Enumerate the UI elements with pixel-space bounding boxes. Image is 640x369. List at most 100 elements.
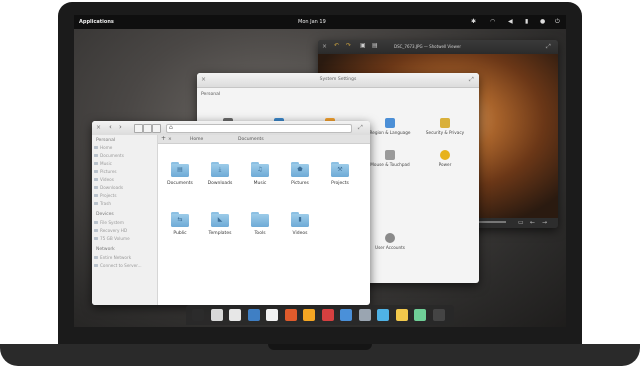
sidebar-heading-personal: Personal bbox=[96, 138, 116, 143]
mail-icon[interactable] bbox=[284, 309, 297, 321]
projects-glyph: ⚒ bbox=[337, 166, 343, 173]
sidebar-item-projects[interactable]: Projects bbox=[94, 193, 117, 198]
files-window: × ‹ › ⌂ ⤢ Personal Home Documents Music … bbox=[92, 121, 370, 305]
public-glyph: ⇆ bbox=[177, 216, 183, 223]
photo-titlebar[interactable]: × ↶ ↷ ▣ ▤ DSC_7673.JPG — Shotwell Viewer… bbox=[318, 40, 558, 55]
video-icon[interactable] bbox=[321, 309, 334, 321]
lock-icon bbox=[440, 118, 450, 128]
users-icon bbox=[385, 233, 395, 243]
volume-icon[interactable]: ◀ bbox=[508, 18, 513, 25]
notifications-icon[interactable]: ● bbox=[540, 18, 545, 25]
settings-item-label: Mouse & Touchpad bbox=[370, 162, 410, 167]
sidebar-item-volume[interactable]: 75 GB Volume bbox=[94, 236, 130, 241]
settings-icon[interactable] bbox=[358, 309, 371, 321]
column-view-icon[interactable] bbox=[152, 124, 161, 133]
camera-icon[interactable] bbox=[210, 309, 223, 321]
location-bar[interactable]: ⌂ bbox=[166, 124, 352, 133]
close-icon[interactable]: × bbox=[96, 125, 101, 131]
forward-icon[interactable]: › bbox=[119, 124, 122, 131]
zoom-slider[interactable] bbox=[476, 221, 506, 223]
new-tab-icon[interactable]: + bbox=[161, 135, 166, 142]
bluetooth-icon[interactable]: ✱ bbox=[471, 18, 476, 25]
sidebar-item-connect-server[interactable]: Connect to Server... bbox=[94, 263, 142, 268]
settings-section-personal: Personal bbox=[201, 92, 221, 97]
terminal-icon[interactable] bbox=[192, 309, 204, 321]
tab-bar: + × Home Documents bbox=[158, 135, 370, 144]
power-icon bbox=[440, 150, 450, 160]
fullscreen-icon[interactable]: ▭ bbox=[518, 219, 524, 226]
pictures-glyph: ⬟ bbox=[297, 166, 303, 173]
sidebar-item-documents[interactable]: Documents bbox=[94, 153, 124, 158]
adjust-icon[interactable]: ▤ bbox=[372, 43, 378, 49]
folder-videos[interactable]: ▮ bbox=[291, 212, 309, 227]
settings-item-label: User Accounts bbox=[375, 245, 405, 250]
downloads-glyph: ⤓ bbox=[218, 166, 222, 173]
sidebar-item-home[interactable]: Home bbox=[93, 145, 112, 150]
sidebar-item-videos[interactable]: Videos bbox=[94, 177, 114, 182]
rotate-right-icon[interactable]: ↷ bbox=[346, 43, 351, 49]
calendar-icon[interactable] bbox=[266, 309, 278, 321]
folder-templates[interactable]: ◣ bbox=[211, 212, 229, 227]
messages-icon[interactable] bbox=[414, 309, 426, 321]
music-icon[interactable] bbox=[303, 309, 315, 321]
maximize-icon[interactable]: ⤢ bbox=[546, 44, 551, 50]
notes-icon[interactable] bbox=[395, 309, 408, 321]
folder-label: Music bbox=[253, 181, 267, 186]
sidebar-item-music[interactable]: Music bbox=[94, 161, 112, 166]
next-icon[interactable]: → bbox=[542, 219, 547, 226]
documents-glyph: ▤ bbox=[177, 166, 183, 173]
settings-item-label: Security & Privacy bbox=[425, 130, 465, 135]
back-icon[interactable]: ‹ bbox=[109, 124, 112, 131]
folder-tools[interactable] bbox=[251, 212, 269, 227]
folder-downloads[interactable]: ⤓ bbox=[211, 162, 229, 177]
sidebar-item-pictures[interactable]: Pictures bbox=[94, 169, 117, 174]
top-panel: Applications Mon Jan 19 ✱ ◠ ◀ ▮ ● ⏻ bbox=[74, 15, 566, 29]
laptop-notch bbox=[268, 344, 372, 350]
sidebar-item-trash[interactable]: Trash bbox=[93, 201, 111, 206]
tab-close-icon[interactable]: × bbox=[168, 137, 172, 142]
software-icon[interactable] bbox=[377, 309, 389, 321]
folder-music[interactable]: ♫ bbox=[251, 162, 269, 177]
folder-documents[interactable]: ▤ bbox=[171, 162, 189, 177]
crop-icon[interactable]: ▣ bbox=[360, 43, 366, 49]
settings-window-title: System Settings bbox=[319, 77, 357, 82]
desktop-screen: Applications Mon Jan 19 ✱ ◠ ◀ ▮ ● ⏻ × ↶ … bbox=[74, 15, 566, 327]
photo-window-title: DSC_7673.JPG — Shotwell Viewer bbox=[394, 44, 462, 49]
list-view-icon[interactable] bbox=[143, 124, 152, 133]
settings-item-label: Region & Language bbox=[369, 130, 411, 135]
sidebar-item-file-system[interactable]: File System bbox=[94, 220, 124, 225]
panel-clock[interactable]: Mon Jan 19 bbox=[298, 19, 326, 25]
settings-titlebar[interactable]: × System Settings ⤢ bbox=[197, 73, 479, 88]
rotate-left-icon[interactable]: ↶ bbox=[334, 43, 339, 49]
browser-icon[interactable] bbox=[247, 309, 260, 321]
sidebar-item-recovery-hd[interactable]: Recovery HD bbox=[93, 228, 127, 233]
folder-label: Tools bbox=[254, 231, 266, 236]
photos-icon[interactable] bbox=[340, 309, 352, 321]
sidebar-item-downloads[interactable]: Downloads bbox=[94, 185, 123, 190]
maximize-icon[interactable]: ⤢ bbox=[358, 125, 363, 131]
files-titlebar[interactable]: × ‹ › ⌂ ⤢ bbox=[92, 121, 370, 136]
applications-menu-button[interactable]: Applications bbox=[79, 19, 114, 25]
sidebar-item-entire-network[interactable]: Entire Network bbox=[93, 255, 131, 260]
tab-documents[interactable]: Documents bbox=[238, 137, 264, 142]
system-monitor-icon[interactable] bbox=[432, 309, 445, 321]
power-icon[interactable]: ⏻ bbox=[555, 18, 560, 26]
maximize-icon[interactable]: ⤢ bbox=[469, 77, 474, 83]
folder-label: Downloads bbox=[207, 181, 233, 186]
folder-pictures[interactable]: ⬟ bbox=[291, 162, 309, 177]
files-sidebar: Personal Home Documents Music Pictures V… bbox=[92, 135, 158, 305]
region-icon bbox=[385, 118, 395, 128]
sidebar-heading-network: Network bbox=[96, 247, 115, 252]
dock bbox=[186, 305, 454, 325]
wifi-icon[interactable]: ◠ bbox=[490, 18, 495, 25]
battery-icon[interactable]: ▮ bbox=[525, 18, 528, 25]
folder-projects[interactable]: ⚒ bbox=[331, 162, 349, 177]
sidebar-heading-devices: Devices bbox=[96, 212, 114, 217]
text-editor-icon[interactable] bbox=[229, 309, 241, 321]
tab-home[interactable]: Home bbox=[190, 137, 203, 142]
grid-view-icon[interactable] bbox=[134, 124, 143, 133]
close-icon[interactable]: × bbox=[322, 44, 327, 50]
previous-icon[interactable]: ← bbox=[530, 219, 535, 226]
folder-label: Documents bbox=[167, 181, 193, 186]
folder-public[interactable]: ⇆ bbox=[171, 212, 189, 227]
